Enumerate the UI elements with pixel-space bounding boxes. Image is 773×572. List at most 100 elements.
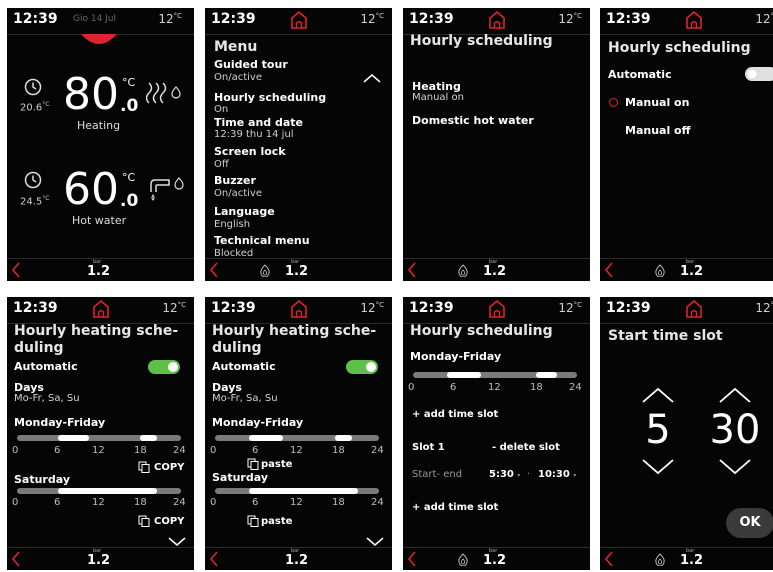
flame-icon (457, 553, 469, 566)
minute-down-chevron-icon[interactable] (718, 458, 752, 476)
tick-18: 18 (332, 445, 345, 456)
home-icon[interactable] (91, 299, 111, 319)
add-time-slot-button[interactable]: + add time slot (412, 502, 498, 513)
bottom-bar: bar 1.2 (205, 547, 392, 570)
ok-button[interactable]: OK (726, 508, 773, 538)
automatic-toggle[interactable] (346, 360, 378, 374)
hour-down-chevron-icon[interactable] (641, 458, 675, 476)
clock-icon (24, 78, 42, 96)
menu-item-label: Hourly scheduling (214, 91, 327, 104)
chevron-down-icon[interactable] (365, 535, 385, 547)
minute-up-chevron-icon[interactable] (718, 386, 752, 404)
clock-time: 12:39 (211, 300, 256, 316)
tick-12: 12 (290, 497, 303, 508)
back-arrow-icon[interactable] (602, 550, 616, 568)
chevron-up-icon[interactable] (362, 72, 382, 84)
back-arrow-icon[interactable] (405, 261, 419, 279)
schedule-segment[interactable] (447, 372, 482, 378)
copy-label: COPY (154, 516, 185, 527)
home-icon[interactable] (487, 299, 507, 319)
delete-slot-button[interactable]: - delete slot (492, 442, 560, 453)
schedule-segment[interactable] (249, 435, 284, 441)
automatic-label: Automatic (14, 360, 78, 373)
domestic-hot-water-entry[interactable]: Domestic hot water (412, 114, 534, 127)
outdoor-temp: 12°C (755, 301, 773, 315)
back-arrow-icon[interactable] (9, 261, 23, 279)
schedule-bar[interactable] (215, 488, 379, 494)
pressure-value: 1.2 (483, 264, 507, 279)
home-icon[interactable] (684, 10, 704, 30)
schedule-bar[interactable] (215, 435, 379, 441)
back-arrow-icon[interactable] (405, 550, 419, 568)
outdoor-temp: 12°C (360, 12, 384, 26)
home-icon[interactable] (289, 10, 309, 30)
heating-current-temp: 20.6°C (20, 101, 50, 114)
start-time-select[interactable]: 5:30 ▾ (489, 469, 520, 480)
tick-18: 18 (134, 497, 147, 508)
tick-12: 12 (488, 382, 501, 393)
add-time-slot-button[interactable]: + add time slot (412, 409, 498, 420)
pressure-value: 1.2 (680, 264, 704, 279)
panel-time-slots: 12:39 12°C Hourly scheduling Monday-Frid… (403, 297, 590, 570)
home-icon[interactable] (289, 299, 309, 319)
copy-icon (138, 461, 150, 473)
page-title-line1: Hourly heating sche- (14, 323, 179, 339)
bottom-bar: bar 1.2 (403, 547, 590, 570)
schedule-bar[interactable] (413, 372, 577, 378)
flame-icon (654, 264, 666, 277)
schedule-bar[interactable] (17, 435, 181, 441)
separator-dot: · (527, 469, 531, 480)
tick-24: 24 (173, 445, 186, 456)
radio-selected-icon (609, 98, 618, 107)
automatic-toggle[interactable] (148, 360, 180, 374)
page-title: Hourly scheduling (410, 323, 553, 339)
clock-icon (24, 171, 42, 189)
schedule-bar[interactable] (17, 488, 181, 494)
clock-time: 12:39 (13, 300, 58, 316)
automatic-toggle[interactable] (745, 67, 773, 81)
back-arrow-icon[interactable] (207, 550, 221, 568)
back-arrow-icon[interactable] (207, 261, 221, 279)
days-value[interactable]: Mo-Fr, Sa, Su (212, 393, 278, 404)
paste-icon (247, 515, 259, 527)
clock-time: 12:39 (606, 11, 651, 27)
tick-6: 6 (252, 445, 259, 456)
chevron-down-icon[interactable] (167, 535, 187, 547)
tick-12: 12 (92, 445, 105, 456)
dropdown-icon: ▾ (517, 472, 521, 479)
days-value[interactable]: Mo-Fr, Sa, Su (14, 393, 80, 404)
tick-12: 12 (290, 445, 303, 456)
hour-up-chevron-icon[interactable] (641, 386, 675, 404)
tick-18: 18 (530, 382, 543, 393)
pressure-value: 1.2 (680, 553, 704, 568)
copy-label: COPY (154, 462, 185, 473)
clock-time: 12:39 (409, 300, 454, 316)
flame-icon (259, 264, 271, 277)
schedule-segment[interactable] (140, 435, 158, 441)
page-title: Hourly scheduling (410, 33, 553, 49)
back-arrow-icon[interactable] (602, 261, 616, 279)
home-icon[interactable] (684, 299, 704, 319)
schedule-segment[interactable] (58, 488, 158, 494)
tick-24: 24 (371, 445, 384, 456)
schedule-segment[interactable] (536, 372, 557, 378)
pressure-value: 1.2 (285, 264, 309, 279)
tick-0: 0 (210, 497, 217, 508)
schedule-segment[interactable] (334, 435, 352, 441)
menu-item-value: On/active (214, 188, 262, 199)
page-title-line2: duling (212, 340, 262, 356)
tick-0: 0 (210, 445, 217, 456)
home-icon[interactable] (487, 10, 507, 30)
automatic-label: Automatic (212, 360, 276, 373)
paste-label: paste (261, 516, 293, 527)
clock-time: 12:39 (13, 11, 58, 27)
end-time-select[interactable]: 10:30 ▾ (538, 469, 576, 480)
page-title: Start time slot (608, 328, 723, 344)
heating-setpoint-decimal: .0 (120, 96, 139, 116)
status-bar: 12:39 12°C (205, 297, 392, 324)
schedule-segment[interactable] (58, 435, 89, 441)
tick-12: 12 (92, 497, 105, 508)
back-arrow-icon[interactable] (9, 550, 23, 568)
schedule-segment[interactable] (249, 488, 359, 494)
status-bar: 12:39 12°C (600, 297, 773, 324)
